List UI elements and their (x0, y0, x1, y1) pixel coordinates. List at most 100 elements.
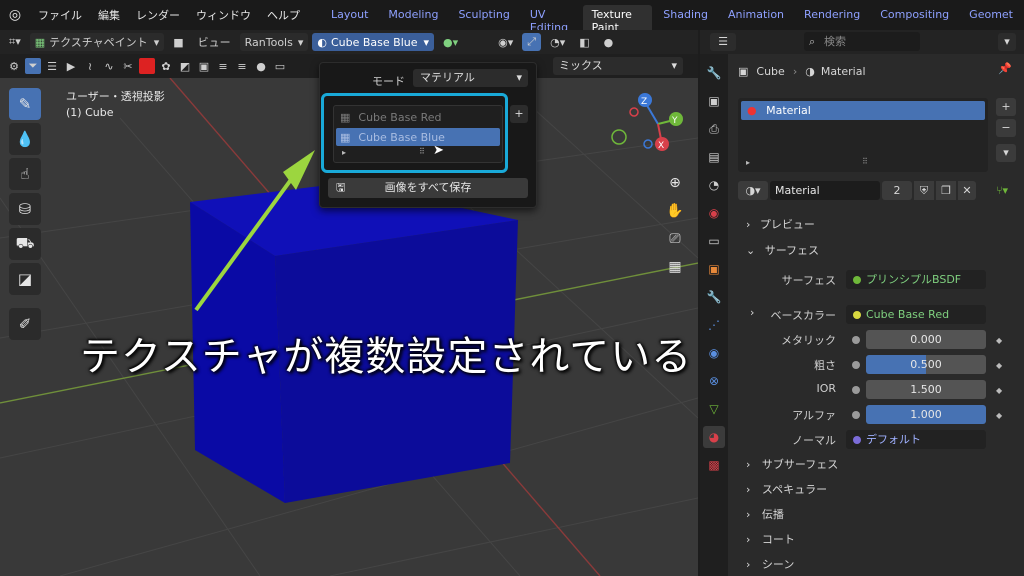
tool-icon[interactable]: ✂ (120, 58, 136, 74)
ior-field[interactable]: 1.500 (866, 380, 986, 399)
zoom-icon[interactable]: ⊕ (664, 172, 686, 194)
menu-edit[interactable]: 編集 (90, 7, 128, 23)
falloff-icon[interactable]: ≡ (234, 58, 250, 74)
fill-tool-icon[interactable]: ⛟ (9, 228, 41, 260)
texture-icon[interactable]: ▩ (703, 454, 725, 476)
brush-stroke-icon[interactable]: ≀ (82, 58, 98, 74)
slot-specials-button[interactable]: ▾ (996, 144, 1016, 162)
rantools-dropdown[interactable]: RanTools ▾ (239, 33, 309, 51)
keyframe-dot[interactable]: ◆ (996, 411, 1002, 420)
solid-shading-icon[interactable]: ● (599, 33, 619, 51)
sphere-icon[interactable]: ● (253, 58, 269, 74)
blender-logo-icon[interactable]: ◎ (0, 7, 30, 23)
stroke-icon[interactable]: ≡ (215, 58, 231, 74)
coat-section[interactable]: › コート (746, 531, 795, 547)
physics-icon[interactable]: ◉ (703, 342, 725, 364)
cursor-icon[interactable]: ▭ (272, 58, 288, 74)
stencil-icon[interactable]: ▣ (196, 58, 212, 74)
search-input[interactable]: ⌕ 検索 (804, 32, 920, 51)
object-icon[interactable]: ▣ (703, 258, 725, 280)
render-icon[interactable]: ▣ (703, 90, 725, 112)
view-menu[interactable]: ビュー (193, 33, 236, 51)
material-slot-list[interactable]: ● Material ▸ ⠿ (738, 98, 988, 172)
material-slot-item[interactable]: ● Material (741, 101, 985, 120)
list-expand-icon[interactable]: ▸ (746, 158, 750, 167)
add-material-slot-button[interactable]: + (996, 98, 1016, 116)
sheen-section[interactable]: › シーン (746, 556, 794, 572)
particles-icon[interactable]: ⋰ (703, 314, 725, 336)
fake-user-shield-icon[interactable]: ⛨ (914, 181, 934, 200)
duplicate-icon[interactable]: ❐ (936, 181, 956, 200)
add-slot-button[interactable]: + (510, 105, 528, 123)
wave-icon[interactable]: ∿ (101, 58, 117, 74)
base-color-field[interactable]: Cube Base Red (846, 305, 986, 324)
roughness-field[interactable]: 0.500 (866, 355, 986, 374)
surface-shader-field[interactable]: プリンシプルBSDF (846, 270, 986, 289)
material-name-field[interactable]: Material (770, 181, 880, 200)
normal-field[interactable]: デフォルト (846, 430, 986, 449)
save-all-images-button[interactable]: 🖫 画像をすべて保存 (328, 178, 528, 198)
surface-section-header[interactable]: ⌄ サーフェス (746, 242, 819, 258)
tool-icon[interactable]: 🔧 (703, 62, 725, 84)
keyframe-dot[interactable]: ◆ (996, 386, 1002, 395)
shading-toggle-icon[interactable]: ●▾ (438, 33, 463, 51)
pin-icon[interactable]: 📌 (998, 62, 1012, 75)
color-swatch-icon[interactable] (139, 58, 155, 74)
constraints-icon[interactable]: ⊗ (703, 370, 725, 392)
user-count[interactable]: 2 (882, 181, 912, 200)
smear-tool-icon[interactable]: ☝ (9, 158, 41, 190)
modifier-icon[interactable]: 🔧 (703, 286, 725, 308)
list-icon[interactable]: ☰ (44, 58, 60, 74)
brush-tool-icon[interactable]: ✎ (9, 88, 41, 120)
overlay-toggle-icon[interactable]: ◔▾ (545, 33, 570, 51)
world-icon[interactable]: ◉ (703, 202, 725, 224)
mode-dropdown[interactable]: ▦ テクスチャペイント ▾ (29, 33, 165, 51)
output-icon[interactable]: ⎙ (703, 118, 725, 140)
clone-tool-icon[interactable]: ⛁ (9, 193, 41, 225)
grid-perspective-icon[interactable]: ▦ (664, 256, 686, 278)
scene-icon[interactable]: ◔ (703, 174, 725, 196)
filter-icon[interactable]: ⏷ (25, 58, 41, 74)
options-dropdown[interactable]: ▾ (998, 33, 1016, 51)
menu-file[interactable]: ファイル (30, 7, 90, 23)
blur-tool-icon[interactable]: 💧 (9, 123, 41, 155)
remove-material-slot-button[interactable]: − (996, 119, 1016, 137)
material-icon[interactable]: ◕ (703, 426, 725, 448)
camera-icon[interactable]: ▶ (63, 58, 79, 74)
visibility-icon[interactable]: ◉▾ (493, 33, 518, 51)
specular-section[interactable]: › スペキュラー (746, 481, 827, 497)
menu-window[interactable]: ウィンドウ (188, 7, 259, 23)
node-tree-icon[interactable]: ⑂▾ (988, 181, 1016, 200)
mask-icon[interactable]: ◩ (177, 58, 193, 74)
alpha-field[interactable]: 1.000 (866, 405, 986, 424)
annotate-tool-icon[interactable]: ✐ (9, 308, 41, 340)
material-browse-button[interactable]: ◑▾ (738, 181, 768, 200)
viewport-header: ⌗▾ ▦ テクスチャペイント ▾ ■ ビュー RanTools ▾ ◐ Cube… (0, 30, 698, 54)
mode-select[interactable]: マテリアル ▾ (413, 69, 528, 87)
list-resize-handle[interactable]: ⠿ (862, 157, 868, 166)
editor-type-button[interactable]: ☰ (710, 33, 736, 51)
menu-help[interactable]: ヘルプ (259, 7, 308, 23)
close-icon[interactable]: ✕ (958, 181, 976, 200)
toggle-icon[interactable]: ■ (168, 33, 188, 51)
keyframe-dot[interactable]: ◆ (996, 361, 1002, 370)
xray-icon[interactable]: ◧ (574, 33, 594, 51)
mask-tool-icon[interactable]: ◪ (9, 263, 41, 295)
collection-icon[interactable]: ▭ (703, 230, 725, 252)
blend-mode-dropdown[interactable]: ミックス ▾ (553, 57, 683, 75)
transmission-section[interactable]: › 伝播 (746, 506, 784, 522)
gizmo-toggle-icon[interactable]: ⤢ (522, 33, 542, 51)
menu-render[interactable]: レンダー (128, 7, 188, 23)
view-layer-icon[interactable]: ▤ (703, 146, 725, 168)
metallic-field[interactable]: 0.000 (866, 330, 986, 349)
data-icon[interactable]: ▽ (703, 398, 725, 420)
keyframe-dot[interactable]: ◆ (996, 336, 1002, 345)
texture-icon[interactable]: ✿ (158, 58, 174, 74)
preview-section-header[interactable]: › プレビュー (746, 216, 815, 232)
image-selector[interactable]: ◐ Cube Base Blue ▾ (312, 33, 435, 51)
editor-type-button[interactable]: ⌗▾ (4, 33, 26, 51)
gear-icon[interactable]: ⚙ (6, 58, 22, 74)
camera-view-icon[interactable]: ⎚ (664, 228, 686, 250)
subsurface-section[interactable]: › サブサーフェス (746, 456, 838, 472)
hand-pan-icon[interactable]: ✋ (664, 200, 686, 222)
